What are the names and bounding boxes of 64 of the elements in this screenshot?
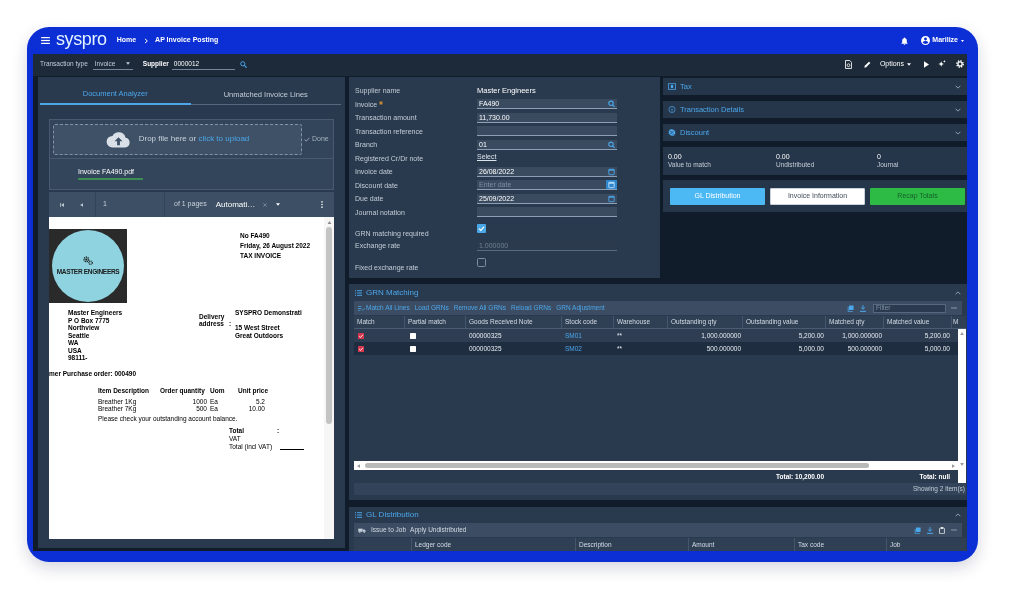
- banknote-icon: [668, 83, 676, 90]
- horizontal-scrollbar[interactable]: [354, 461, 958, 470]
- checkbox[interactable]: [410, 332, 416, 339]
- checkbox[interactable]: [477, 224, 486, 233]
- menu-icon[interactable]: [41, 37, 50, 44]
- first-page-icon[interactable]: [60, 202, 64, 207]
- play-icon[interactable]: [924, 60, 929, 68]
- scroll-left-icon[interactable]: [357, 463, 360, 468]
- caret-icon: [125, 62, 130, 65]
- notification-bell-icon[interactable]: [901, 36, 909, 45]
- previous-page-icon[interactable]: [80, 202, 83, 207]
- info-icon: [668, 106, 676, 113]
- chevron-up-icon[interactable]: [955, 290, 961, 295]
- clear-icon: [263, 202, 268, 207]
- scrollbar-thumb[interactable]: [365, 463, 869, 468]
- gears-icon: [83, 256, 93, 265]
- copy-icon[interactable]: [847, 304, 854, 312]
- chevron-down-icon[interactable]: [955, 84, 961, 89]
- logo[interactable]: syspro: [56, 30, 107, 51]
- input-field[interactable]: [477, 126, 617, 137]
- checkbox[interactable]: [477, 257, 486, 267]
- search-icon[interactable]: [606, 99, 617, 110]
- calendar-icon[interactable]: [606, 193, 617, 204]
- drop-zone[interactable]: Drop file here or click to upload: [53, 123, 302, 155]
- search-icon[interactable]: [606, 139, 617, 150]
- input-field[interactable]: [477, 207, 617, 218]
- chevron-right-icon: [144, 37, 149, 44]
- scroll-up-icon[interactable]: [960, 332, 964, 335]
- scroll-up-icon[interactable]: [326, 221, 332, 224]
- download-icon[interactable]: [860, 304, 866, 312]
- chevron-up-icon[interactable]: [955, 513, 961, 517]
- calendar-icon[interactable]: [606, 166, 617, 177]
- checkbox[interactable]: [410, 345, 416, 352]
- document-icon[interactable]: [844, 59, 852, 69]
- scroll-right-icon[interactable]: [952, 463, 955, 468]
- caret-icon: [907, 62, 911, 66]
- copy-icon[interactable]: [914, 526, 921, 534]
- pencil-icon[interactable]: [863, 60, 871, 68]
- clipboard-icon[interactable]: [939, 526, 945, 534]
- caret-icon[interactable]: [961, 39, 964, 42]
- scrollbar-thumb[interactable]: [326, 227, 332, 424]
- user-avatar-icon[interactable]: [921, 36, 931, 45]
- upload-prompt: Drop file here or click to upload: [138, 133, 250, 145]
- sparkle-icon[interactable]: [938, 60, 946, 68]
- vertical-scrollbar[interactable]: [958, 329, 966, 483]
- scroll-down-icon[interactable]: [960, 463, 964, 466]
- download-icon[interactable]: [927, 526, 933, 534]
- percent-badge-icon: [668, 129, 676, 136]
- search-icon[interactable]: [239, 60, 247, 68]
- panel-title: GL Distribution: [366, 509, 419, 521]
- panel-title: GRN Matching: [366, 286, 419, 299]
- list-icon: [355, 289, 362, 296]
- settings-icon[interactable]: [956, 60, 964, 68]
- list-icon: [355, 512, 362, 518]
- calendar-icon[interactable]: [606, 180, 617, 191]
- cloud-upload-icon: [105, 130, 131, 148]
- chevron-down-icon[interactable]: [955, 107, 961, 112]
- list-check-icon: [358, 305, 365, 311]
- check-icon: [304, 136, 310, 142]
- scrollbar[interactable]: [324, 217, 334, 539]
- chevron-down-icon[interactable]: [955, 130, 961, 135]
- caret-icon: [276, 203, 281, 206]
- truck-icon: [358, 527, 366, 533]
- zoom-select[interactable]: Automati…: [215, 198, 281, 211]
